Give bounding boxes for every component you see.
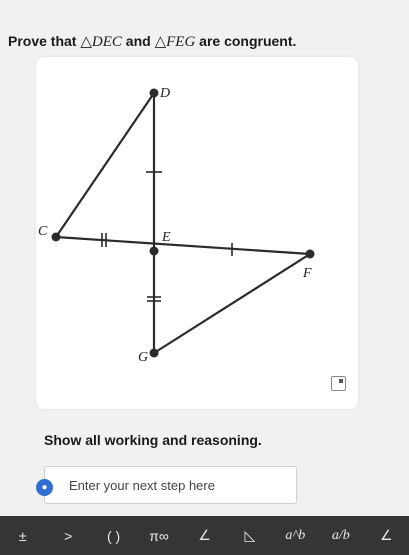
point-g <box>149 348 159 358</box>
point-e <box>149 246 159 256</box>
power-icon[interactable]: a^b <box>273 516 318 555</box>
instructions-text: Show all working and reasoning. <box>44 432 262 448</box>
answer-input-box[interactable]: ● <box>36 466 297 504</box>
point-d <box>149 88 159 98</box>
diagram-card: D C E F G <box>36 57 358 409</box>
angle-symbol-icon[interactable]: ∠ <box>364 516 409 555</box>
segment-dc <box>55 92 155 238</box>
expand-icon[interactable] <box>331 376 346 391</box>
lightbulb-icon[interactable]: ● <box>36 479 53 496</box>
question-prompt: Prove that △DEC and △FEG are congruent. <box>8 32 296 51</box>
label-e: E <box>161 230 171 245</box>
triangle-dec: △DEC <box>80 34 122 50</box>
point-c <box>51 232 61 242</box>
parentheses-icon[interactable]: ( ) <box>91 516 136 555</box>
triangle-feg: △FEG <box>154 34 196 50</box>
prompt-prefix: Prove that <box>8 33 77 49</box>
point-f <box>305 249 315 259</box>
prompt-suffix: are congruent. <box>199 33 297 49</box>
label-d: D <box>159 86 170 101</box>
triangle-icon[interactable]: ◺ <box>227 516 272 555</box>
fraction-icon[interactable]: a/b <box>318 516 363 555</box>
geometry-diagram: D C E F G <box>38 86 315 365</box>
pi-infinity-icon[interactable]: π∞ <box>136 516 181 555</box>
greater-equal-icon[interactable]: > <box>45 516 90 555</box>
label-f: F <box>302 266 312 281</box>
answer-input[interactable] <box>67 467 291 503</box>
prompt-and: and <box>125 33 151 49</box>
label-g: G <box>138 350 148 365</box>
angle-icon[interactable]: ∠ <box>182 516 227 555</box>
segment-cf <box>55 235 311 256</box>
math-toolbar: ± > ( ) π∞ ∠ ◺ a^b a/b ∠ <box>0 516 409 555</box>
plus-minus-icon[interactable]: ± <box>0 516 45 555</box>
segment-gf <box>153 253 311 354</box>
label-c: C <box>38 224 48 239</box>
